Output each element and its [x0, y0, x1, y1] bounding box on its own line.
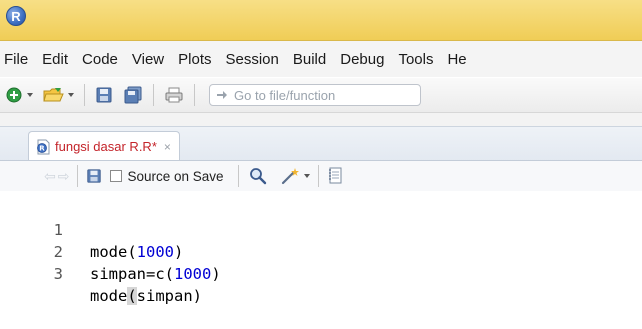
back-arrow-icon[interactable]: ⇦ — [44, 168, 56, 185]
menu-build[interactable]: Build — [286, 51, 333, 68]
menu-session[interactable]: Session — [219, 51, 286, 68]
save-icon — [87, 169, 102, 183]
code-tools-dropdown-icon[interactable] — [303, 174, 310, 178]
source-on-save-label: Source on Save — [127, 168, 224, 184]
code-line[interactable]: 3 mode(simpan) — [0, 241, 642, 305]
tab-close-icon[interactable]: × — [164, 140, 171, 154]
notebook-icon — [328, 167, 342, 184]
editor-tab-strip: R fungsi dasar R.R* × — [0, 126, 642, 161]
line-number: 3 — [53, 265, 63, 283]
toolbar-separator — [153, 84, 154, 106]
open-file-button[interactable] — [43, 84, 74, 106]
save-button[interactable] — [95, 84, 113, 106]
menu-code[interactable]: Code — [75, 51, 125, 68]
menu-file[interactable]: File — [0, 51, 35, 68]
window-titlebar: R — [0, 0, 642, 41]
code-line[interactable]: 1 mode(1000) — [0, 197, 642, 261]
menu-view[interactable]: View — [125, 51, 171, 68]
pane-gap — [0, 113, 642, 126]
print-button[interactable] — [164, 84, 184, 106]
toolbar-separator — [77, 165, 79, 187]
tab-label: fungsi dasar R.R* — [55, 139, 157, 154]
toolbar-separator — [84, 84, 85, 106]
code-line[interactable]: 2 simpan=c(1000) — [0, 219, 642, 283]
save-all-button[interactable] — [123, 84, 143, 106]
menu-bar: File Edit Code View Plots Session Build … — [0, 41, 642, 77]
logo-letter: R — [11, 8, 21, 24]
editor-toolbar: ⇦ ⇨ Source on Save — [0, 160, 642, 192]
save-all-icon — [124, 86, 142, 104]
find-replace-button[interactable] — [249, 165, 267, 187]
menu-plots[interactable]: Plots — [171, 51, 218, 68]
editor-save-button[interactable] — [86, 165, 102, 187]
toolbar-separator — [317, 165, 319, 187]
forward-arrow-icon[interactable]: ⇨ — [58, 168, 70, 185]
goto-placeholder: Go to file/function — [234, 87, 336, 103]
menu-edit[interactable]: Edit — [35, 51, 75, 68]
goto-arrow-icon — [217, 91, 227, 99]
code-tools-button[interactable] — [281, 165, 310, 187]
r-script-file-icon: R — [37, 139, 50, 154]
compile-report-button[interactable] — [327, 165, 343, 187]
tab-fungsi-dasar[interactable]: R fungsi dasar R.R* × — [28, 131, 180, 161]
main-toolbar: Go to file/function — [0, 78, 642, 113]
svg-text:R: R — [39, 144, 45, 152]
rstudio-logo-icon: R — [6, 6, 26, 26]
toolbar-separator — [237, 165, 239, 187]
code-text[interactable]: simpan=c(1000) — [90, 263, 221, 285]
menu-debug[interactable]: Debug — [333, 51, 391, 68]
open-file-dropdown-icon[interactable] — [68, 93, 74, 97]
save-icon — [96, 87, 112, 103]
search-icon — [249, 168, 266, 185]
toolbar-separator — [194, 84, 195, 106]
goto-file-function-input[interactable]: Go to file/function — [209, 84, 421, 106]
open-folder-icon — [43, 88, 64, 102]
new-file-dropdown-icon[interactable] — [27, 93, 33, 97]
new-file-button[interactable] — [6, 84, 33, 106]
menu-help[interactable]: He — [440, 51, 473, 68]
new-file-icon — [6, 87, 22, 103]
magic-wand-icon — [281, 168, 299, 185]
source-on-save-checkbox[interactable] — [110, 170, 123, 182]
print-icon — [165, 87, 183, 103]
matched-paren-highlight: ( — [127, 287, 137, 305]
menu-tools[interactable]: Tools — [391, 51, 440, 68]
code-editor[interactable]: 1 mode(1000) 2 simpan=c(1000) 3 mode(sim… — [0, 191, 642, 305]
code-text[interactable]: mode(simpan) — [90, 285, 202, 307]
